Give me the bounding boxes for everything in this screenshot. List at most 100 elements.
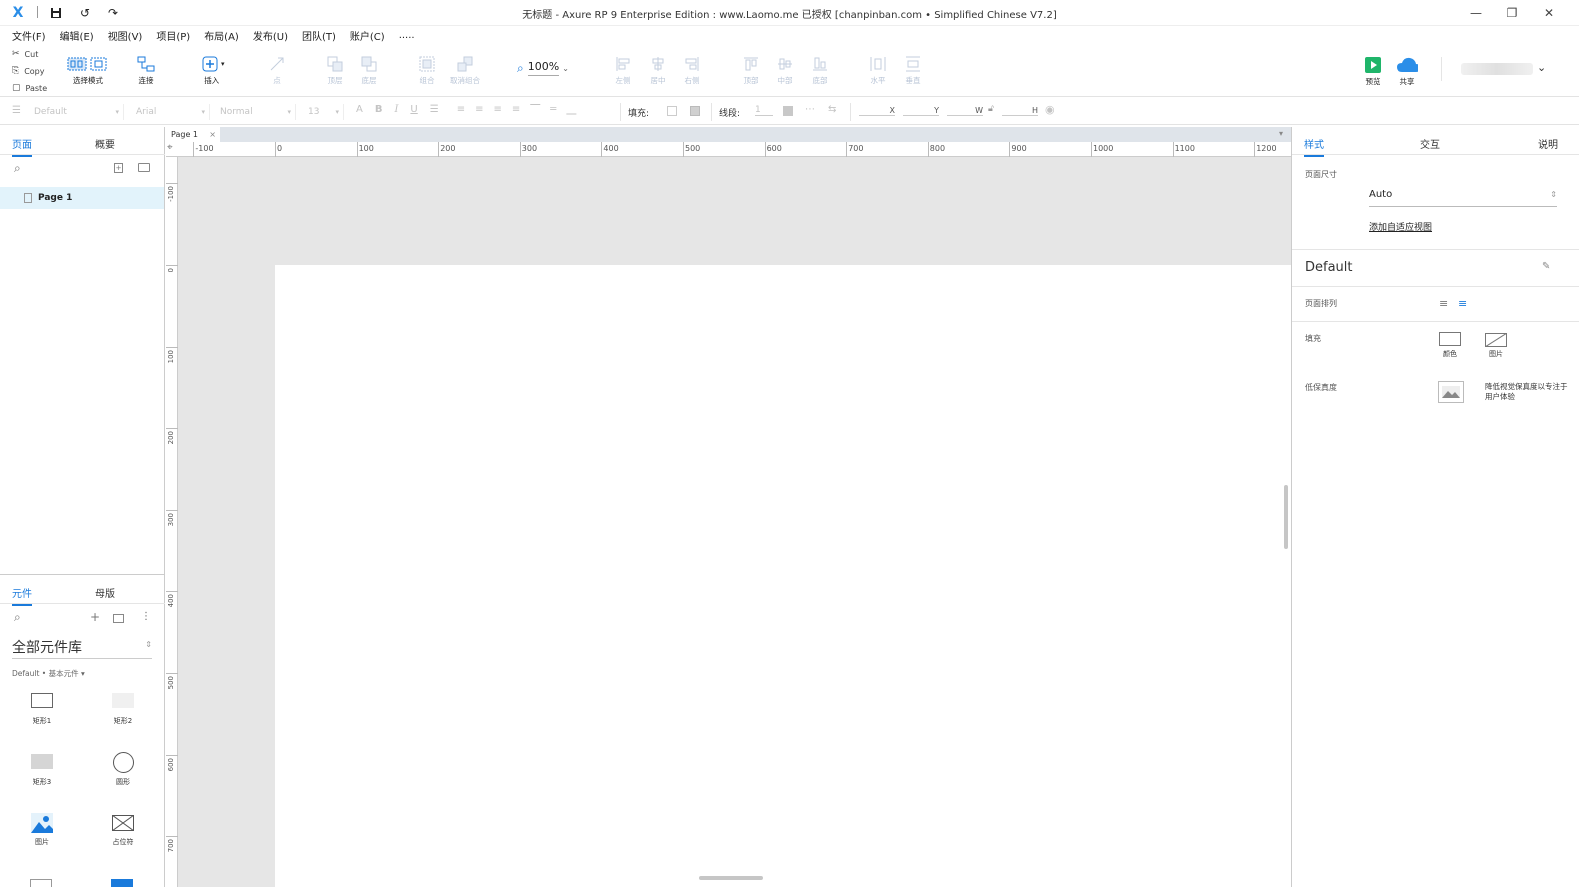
bold-icon[interactable]: B	[375, 104, 383, 115]
close-button[interactable]: ✕	[1534, 3, 1564, 23]
y-input[interactable]: Y	[903, 106, 939, 116]
text-align-right-icon[interactable]: ≡	[494, 104, 502, 115]
bring-to-front-button[interactable]: 顶层	[324, 53, 346, 86]
valign-bottom-icon[interactable]: ⎽	[566, 104, 576, 115]
menu-edit[interactable]: 编辑(E)	[60, 28, 94, 43]
lock-icon[interactable]: 🔓︎	[988, 104, 994, 114]
menu-team[interactable]: 团队(T)	[302, 28, 336, 43]
restore-button[interactable]: ❐	[1497, 3, 1527, 23]
align-right-button[interactable]: 右侧	[681, 53, 703, 86]
add-folder-icon[interactable]	[138, 163, 150, 172]
crosshair-icon[interactable]: ⌖	[167, 142, 173, 153]
align-bottom-button[interactable]: 底部	[809, 53, 831, 86]
widget-rectangle1[interactable]: 矩形1	[16, 693, 68, 726]
line-style-icon[interactable]: ⋯	[805, 104, 815, 115]
add-library-icon[interactable]: +	[90, 610, 100, 624]
ungroup-button[interactable]: 取消组合	[450, 53, 480, 86]
tab-style[interactable]: 样式	[1304, 136, 1324, 157]
line-width-input[interactable]: 1	[755, 105, 773, 116]
chevron-down-icon[interactable]: ⌄	[1537, 61, 1546, 74]
tab-widgets[interactable]: 元件	[12, 585, 32, 606]
edit-style-icon[interactable]: ✎	[1542, 261, 1550, 272]
arrow-style-icon[interactable]: ⇆	[828, 104, 836, 115]
menu-view[interactable]: 视图(V)	[108, 28, 143, 43]
widget-rectangle3[interactable]: 矩形3	[16, 754, 68, 787]
tab-masters[interactable]: 母版	[95, 585, 115, 600]
fill-color-button[interactable]: 颜色	[1437, 332, 1463, 359]
menu-more[interactable]: .....	[399, 30, 415, 41]
page-area[interactable]	[275, 265, 1291, 887]
add-adaptive-view-link[interactable]: 添加自适应视图	[1369, 220, 1432, 233]
search-icon[interactable]: ⌕	[14, 161, 21, 176]
page-list-item[interactable]: Page 1	[0, 187, 164, 209]
vertical-scrollbar[interactable]	[1284, 485, 1288, 549]
italic-icon[interactable]: I	[394, 104, 398, 115]
distribute-vertical-button[interactable]: 垂直	[902, 53, 924, 86]
add-page-icon[interactable]: +	[114, 163, 123, 173]
more-options-icon[interactable]: ⋮	[141, 611, 151, 622]
valign-middle-icon[interactable]: ═	[550, 104, 556, 115]
height-input[interactable]: H	[1002, 106, 1038, 116]
widget-circle[interactable]: 圆形	[97, 752, 149, 787]
menu-project[interactable]: 项目(P)	[156, 28, 190, 43]
send-to-back-button[interactable]: 底层	[358, 53, 380, 86]
align-page-left-icon[interactable]: ≡	[1439, 297, 1448, 310]
font-family-select[interactable]: Arial ▾	[132, 104, 210, 120]
font-weight-select[interactable]: Normal ▾	[216, 104, 296, 120]
widget-placeholder[interactable]: 占位符	[97, 814, 149, 847]
design-canvas[interactable]	[178, 157, 1291, 887]
minimize-button[interactable]: —	[1461, 3, 1491, 23]
fill-color-swatch[interactable]	[667, 106, 677, 116]
menu-publish[interactable]: 发布(U)	[253, 28, 288, 43]
underline-icon[interactable]: U	[410, 104, 417, 115]
text-justify-icon[interactable]: ≡	[512, 104, 520, 115]
preview-button[interactable]: 预览	[1362, 54, 1384, 87]
menu-arrange[interactable]: 布局(A)	[204, 28, 239, 43]
search-icon[interactable]: ⌕	[14, 610, 21, 625]
x-input[interactable]: X	[859, 106, 895, 116]
low-fidelity-toggle[interactable]	[1438, 381, 1464, 403]
insert-button[interactable]: ▾ 插入	[199, 53, 225, 86]
group-button[interactable]: 组合	[416, 53, 438, 86]
tab-pages[interactable]: 页面	[12, 136, 32, 157]
widget-image[interactable]: 图片	[16, 813, 68, 847]
menu-account[interactable]: 账户(C)	[350, 28, 385, 43]
zoom-control[interactable]: ⌕ 100% ⌄	[517, 60, 569, 76]
copy-button[interactable]: ⎘ Copy	[12, 66, 45, 76]
distribute-horizontal-button[interactable]: 水平	[867, 53, 889, 86]
menu-file[interactable]: 文件(F)	[12, 28, 46, 43]
horizontal-scrollbar[interactable]	[699, 876, 763, 880]
align-left-button[interactable]: 左侧	[612, 53, 634, 86]
bullet-list-icon[interactable]: ☰	[430, 104, 439, 115]
align-page-center-icon[interactable]: ≡	[1458, 297, 1467, 310]
tab-interactions[interactable]: 交互	[1420, 136, 1440, 151]
text-align-center-icon[interactable]: ≡	[475, 104, 483, 115]
style-edit-icon[interactable]: ☰	[12, 105, 21, 116]
select-mode-button[interactable]: 选择模式	[66, 53, 110, 86]
line-color-swatch[interactable]	[783, 106, 793, 116]
widget-rectangle2[interactable]: 矩形2	[97, 693, 149, 726]
paste-button[interactable]: ▢ Paste	[12, 83, 47, 93]
library-filter[interactable]: Default • 基本元件 ▾	[12, 668, 85, 679]
style-select[interactable]: Default ▾	[30, 104, 124, 120]
page-size-select[interactable]: Auto ⇕	[1369, 189, 1557, 207]
tab-outline[interactable]: 概要	[95, 136, 115, 151]
share-button[interactable]: 共享	[1396, 54, 1418, 87]
canvas-tab[interactable]: Page 1 ×	[166, 127, 220, 142]
cut-button[interactable]: ✂ Cut	[12, 49, 38, 59]
shadow-swatch[interactable]	[690, 106, 700, 116]
import-library-icon[interactable]	[113, 614, 124, 623]
text-align-left-icon[interactable]: ≡	[457, 104, 465, 115]
user-account-blurred[interactable]	[1461, 63, 1533, 75]
tab-notes[interactable]: 说明	[1538, 136, 1558, 151]
valign-top-icon[interactable]: ⎺	[530, 104, 540, 115]
widget-partial[interactable]	[30, 879, 52, 887]
font-size-select[interactable]: 13 ▾	[304, 104, 344, 120]
align-middle-button[interactable]: 中部	[774, 53, 796, 86]
fill-image-button[interactable]: 图片	[1483, 332, 1509, 359]
connect-button[interactable]: 连接	[135, 53, 157, 86]
widget-partial[interactable]	[111, 879, 133, 887]
align-center-button[interactable]: 居中	[647, 53, 669, 86]
font-color-icon[interactable]: A	[356, 104, 363, 115]
width-input[interactable]: W	[947, 106, 983, 116]
